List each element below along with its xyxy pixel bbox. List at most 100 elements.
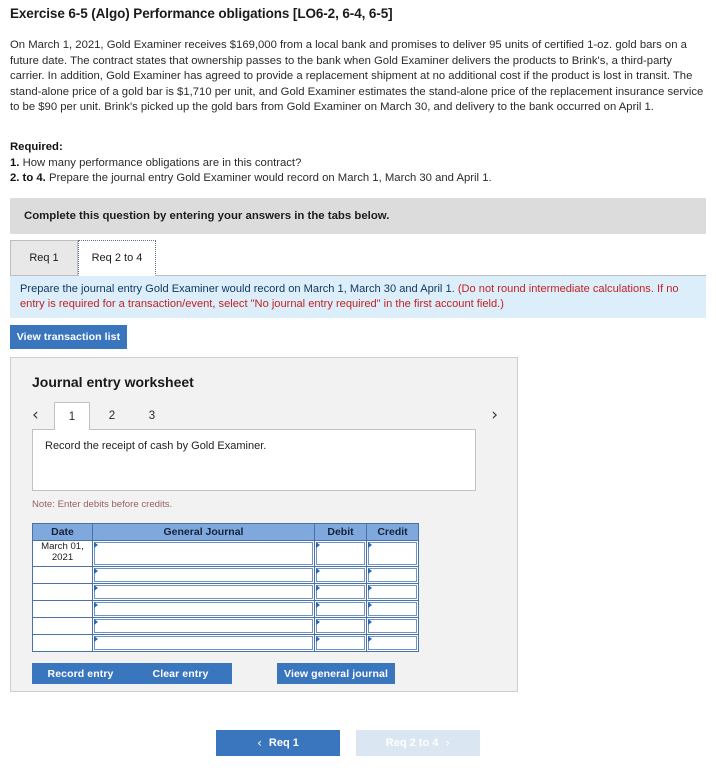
debit-input[interactable]: [316, 585, 365, 599]
table-row: [32, 600, 419, 618]
cell-date: [32, 583, 93, 601]
general-journal-input[interactable]: [94, 619, 313, 633]
worksheet-page-3-label: 3: [148, 410, 156, 422]
worksheet-title: Journal entry worksheet: [32, 374, 194, 390]
table-row: [32, 566, 419, 584]
cell-debit[interactable]: [314, 583, 367, 601]
cell-debit[interactable]: [314, 566, 367, 584]
cell-credit[interactable]: [366, 634, 419, 652]
required-heading: Required:: [10, 141, 63, 153]
table-row: March 01, 2021: [32, 540, 419, 567]
cell-general-journal[interactable]: [92, 540, 315, 567]
cell-credit[interactable]: [366, 600, 419, 618]
cell-debit[interactable]: [314, 634, 367, 652]
general-journal-input[interactable]: [94, 636, 313, 650]
required-item-1-text: How many performance obligations are in …: [22, 156, 302, 169]
tab-req-2-to-4-label: Req 2 to 4: [91, 252, 143, 264]
dropdown-marker-icon: [368, 619, 372, 625]
table-row: [32, 583, 419, 601]
worksheet-page-1-label: 1: [68, 410, 76, 423]
nav-next-req-2-to-4-button[interactable]: Req 2 to 4 ›: [356, 730, 480, 756]
dropdown-marker-icon: [94, 636, 98, 642]
cell-date: [32, 617, 93, 635]
cell-debit[interactable]: [314, 540, 367, 567]
cell-credit[interactable]: [366, 583, 419, 601]
dropdown-marker-icon: [368, 542, 372, 548]
debits-before-credits-note: Note: Enter debits before credits.: [32, 499, 173, 510]
dropdown-marker-icon: [368, 602, 372, 608]
dropdown-marker-icon: [368, 585, 372, 591]
column-header-date: Date: [32, 523, 93, 541]
dropdown-marker-icon: [316, 602, 320, 608]
cell-credit[interactable]: [366, 566, 419, 584]
dropdown-marker-icon: [94, 585, 98, 591]
column-header-debit: Debit: [314, 523, 367, 541]
worksheet-page-3[interactable]: 3: [134, 402, 170, 430]
debit-input[interactable]: [316, 619, 365, 633]
worksheet-pager: ‹ 1 2 3 ›: [32, 402, 498, 430]
nav-prev-req-1-button[interactable]: ‹ Req 1: [216, 730, 340, 756]
required-item-1-number: 1.: [10, 156, 20, 169]
credit-input[interactable]: [368, 568, 417, 582]
column-header-general-journal: General Journal: [92, 523, 315, 541]
cell-general-journal[interactable]: [92, 566, 315, 584]
cell-general-journal[interactable]: [92, 583, 315, 601]
cell-date: [32, 566, 93, 584]
journal-entry-worksheet-panel: Journal entry worksheet ‹ 1 2 3 › Record…: [10, 357, 518, 692]
debit-input[interactable]: [316, 568, 365, 582]
credit-input[interactable]: [368, 619, 417, 633]
chevron-right-icon: ›: [445, 736, 451, 750]
complete-question-banner: Complete this question by entering your …: [10, 198, 706, 234]
general-journal-input[interactable]: [94, 585, 313, 599]
table-row: [32, 617, 419, 635]
dropdown-marker-icon: [368, 568, 372, 574]
dropdown-marker-icon: [94, 542, 98, 548]
instruction-banner: Prepare the journal entry Gold Examiner …: [10, 276, 706, 318]
nav-prev-label: Req 1: [268, 737, 299, 749]
column-header-credit: Credit: [366, 523, 419, 541]
view-transaction-list-button[interactable]: View transaction list: [10, 325, 127, 349]
credit-input[interactable]: [368, 636, 417, 650]
view-general-journal-button[interactable]: View general journal: [277, 663, 395, 684]
instruction-main-text: Prepare the journal entry Gold Examiner …: [20, 283, 455, 295]
chevron-left-icon[interactable]: ‹: [32, 404, 39, 426]
credit-input[interactable]: [368, 542, 417, 565]
tab-req-1-label: Req 1: [29, 252, 59, 264]
record-entry-button[interactable]: Record entry: [32, 663, 129, 684]
dropdown-marker-icon: [368, 636, 372, 642]
cell-date: [32, 600, 93, 618]
worksheet-page-1[interactable]: 1: [54, 402, 90, 430]
dropdown-marker-icon: [316, 619, 320, 625]
tab-req-2-to-4[interactable]: Req 2 to 4: [78, 240, 156, 276]
worksheet-page-2[interactable]: 2: [94, 402, 130, 430]
clear-entry-button[interactable]: Clear entry: [129, 663, 232, 684]
dropdown-marker-icon: [316, 542, 320, 548]
required-item-2: 2. to 4. Prepare the journal entry Gold …: [10, 171, 610, 187]
journal-entry-table: Date General Journal Debit Credit March …: [32, 523, 419, 652]
credit-input[interactable]: [368, 602, 417, 616]
cell-date: March 01, 2021: [32, 540, 93, 567]
cell-credit[interactable]: [366, 617, 419, 635]
general-journal-input[interactable]: [94, 542, 313, 565]
cell-credit[interactable]: [366, 540, 419, 567]
dropdown-marker-icon: [94, 568, 98, 574]
debit-input[interactable]: [316, 636, 365, 650]
general-journal-input[interactable]: [94, 568, 313, 582]
cell-debit[interactable]: [314, 600, 367, 618]
required-item-1: 1. How many performance obligations are …: [10, 156, 610, 172]
chevron-right-icon[interactable]: ›: [491, 404, 498, 426]
dropdown-marker-icon: [316, 636, 320, 642]
general-journal-input[interactable]: [94, 602, 313, 616]
chevron-left-icon: ‹: [257, 736, 262, 750]
debit-input[interactable]: [316, 542, 365, 565]
tab-req-1[interactable]: Req 1: [10, 240, 78, 276]
cell-general-journal[interactable]: [92, 634, 315, 652]
cell-general-journal[interactable]: [92, 617, 315, 635]
credit-input[interactable]: [368, 585, 417, 599]
cell-debit[interactable]: [314, 617, 367, 635]
dropdown-marker-icon: [316, 585, 320, 591]
worksheet-page-2-label: 2: [108, 410, 116, 422]
cell-general-journal[interactable]: [92, 600, 315, 618]
dropdown-marker-icon: [94, 602, 98, 608]
debit-input[interactable]: [316, 602, 365, 616]
